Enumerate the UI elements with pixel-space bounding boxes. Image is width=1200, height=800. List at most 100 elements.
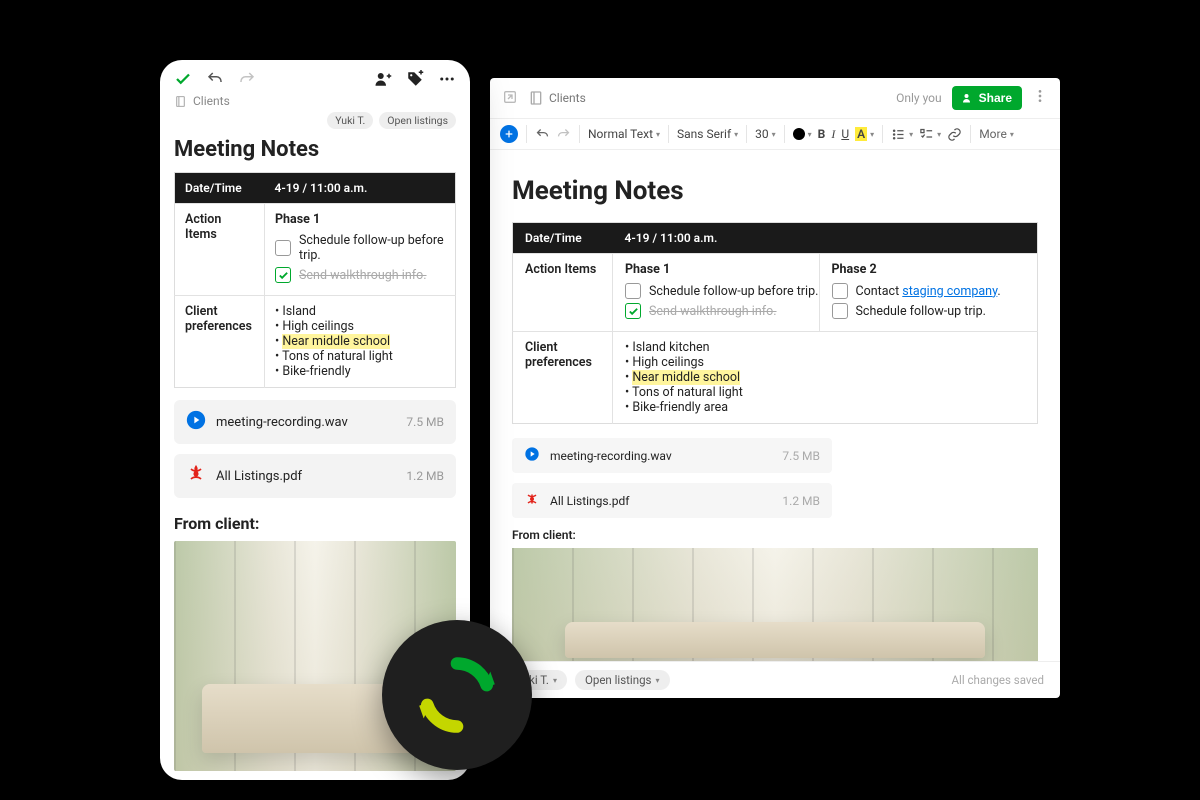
checkbox-checked-icon[interactable] <box>275 267 291 283</box>
mobile-tag-row: Yuki T. Open listings <box>160 112 470 135</box>
attachment-pdf[interactable]: All Listings.pdf 1.2 MB <box>512 483 832 518</box>
undo-icon[interactable] <box>535 127 550 142</box>
header-datetime: Date/Time <box>175 173 265 204</box>
task-row[interactable]: Schedule follow-up before trip. <box>275 233 445 263</box>
tag-pill[interactable]: Yuki T. <box>327 112 373 129</box>
list-item: High ceilings <box>275 319 445 334</box>
action-items-label: Action Items <box>175 204 265 296</box>
save-status: All changes saved <box>952 673 1044 687</box>
pdf-icon <box>186 464 206 488</box>
attachment-audio[interactable]: meeting-recording.wav 7.5 MB <box>512 438 832 473</box>
expand-icon[interactable] <box>502 89 518 108</box>
task-row[interactable]: Send walkthrough info. <box>275 267 445 283</box>
breadcrumb[interactable]: Clients <box>160 92 470 112</box>
list-item: Bike-friendly area <box>625 400 1025 415</box>
header-datetime: Date/Time <box>513 223 613 254</box>
sync-arrows-icon <box>412 650 502 740</box>
task-text: Contact staging company. <box>856 284 1001 299</box>
tag-pill[interactable]: Open listings▾ <box>575 670 670 690</box>
redo-icon[interactable] <box>556 127 571 142</box>
overflow-menu-icon[interactable] <box>1032 88 1048 108</box>
note-body[interactable]: Meeting Notes Date/Time 4-19 / 11:00 a.m… <box>490 150 1060 661</box>
play-icon[interactable] <box>186 410 206 434</box>
breadcrumb-label: Clients <box>549 91 586 105</box>
list-item: Tons of natural light <box>625 385 1025 400</box>
more-formatting-button[interactable]: More▾ <box>979 127 1014 141</box>
bold-icon[interactable]: B <box>818 127 826 141</box>
link-icon[interactable] <box>947 127 962 142</box>
paragraph-style-select[interactable]: Normal Text▾ <box>588 127 660 141</box>
done-check-icon[interactable] <box>174 70 192 88</box>
prefs-list: Island kitchen High ceilings Near middle… <box>625 340 1025 415</box>
client-prefs-cell[interactable]: Island kitchen High ceilings Near middle… <box>613 332 1038 424</box>
action-items-cell[interactable]: Phase 1 Schedule follow-up before trip. … <box>265 204 456 296</box>
add-tag-icon[interactable] <box>406 70 424 88</box>
attachment-name: meeting-recording.wav <box>550 449 772 463</box>
phase-label: Phase 1 <box>275 212 445 227</box>
share-button[interactable]: Share <box>952 86 1022 110</box>
mobile-toolbar <box>160 60 470 92</box>
breadcrumb[interactable]: Clients <box>528 90 586 106</box>
client-prefs-label: Client preferences <box>175 296 265 388</box>
attachment-size: 1.2 MB <box>782 494 820 508</box>
staging-company-link[interactable]: staging company <box>902 284 997 299</box>
tag-pill[interactable]: Open listings <box>379 112 456 129</box>
checkbox-unchecked-icon[interactable] <box>275 240 291 256</box>
checkbox-unchecked-icon[interactable] <box>832 303 848 319</box>
undo-icon[interactable] <box>206 70 224 88</box>
share-person-icon <box>962 92 974 104</box>
list-item: Near middle school <box>625 370 1025 385</box>
action-items-label: Action Items <box>513 254 613 332</box>
bullet-list-icon[interactable]: ▾ <box>891 127 913 142</box>
play-icon[interactable] <box>524 446 540 465</box>
text-color-picker[interactable]: ▾ <box>793 128 812 140</box>
checkbox-unchecked-icon[interactable] <box>625 283 641 299</box>
checklist-icon[interactable]: ▾ <box>919 127 941 142</box>
checkbox-checked-icon[interactable] <box>625 303 641 319</box>
list-item: High ceilings <box>625 355 1025 370</box>
header-datetime-value: 4-19 / 11:00 a.m. <box>265 173 456 204</box>
task-text: Schedule follow-up before trip. <box>649 284 818 299</box>
attachment-audio[interactable]: meeting-recording.wav 7.5 MB <box>174 400 456 444</box>
attachment-name: meeting-recording.wav <box>216 415 396 430</box>
phase-label: Phase 1 <box>625 262 819 277</box>
task-row[interactable]: Send walkthrough info. <box>625 303 819 319</box>
task-text: Schedule follow-up trip. <box>856 304 986 319</box>
attachment-size: 7.5 MB <box>406 415 444 429</box>
checkbox-unchecked-icon[interactable] <box>832 283 848 299</box>
notebook-icon <box>528 90 544 106</box>
task-text: Send walkthrough info. <box>299 268 427 283</box>
task-text: Send walkthrough info. <box>649 304 777 319</box>
redo-icon[interactable] <box>238 70 256 88</box>
task-row[interactable]: Contact staging company. <box>832 283 1026 299</box>
prefs-list: Island High ceilings Near middle school … <box>275 304 445 379</box>
client-photo[interactable] <box>512 548 1038 661</box>
client-prefs-cell[interactable]: Island High ceilings Near middle school … <box>265 296 456 388</box>
insert-button[interactable] <box>500 125 518 143</box>
phase-label: Phase 2 <box>832 262 1026 277</box>
from-client-heading: From client: <box>512 528 1038 542</box>
italic-icon[interactable]: I <box>831 127 835 142</box>
attachment-size: 1.2 MB <box>406 469 444 483</box>
sync-badge <box>382 620 532 770</box>
add-person-icon[interactable] <box>374 70 392 88</box>
meeting-table: Date/Time 4-19 / 11:00 a.m. Action Items… <box>174 172 456 388</box>
font-size-select[interactable]: 30▾ <box>755 127 776 141</box>
list-item: Island <box>275 304 445 319</box>
desktop-footer: Yuki T.▾ Open listings▾ All changes save… <box>490 661 1060 698</box>
list-item: Bike-friendly <box>275 364 445 379</box>
task-row[interactable]: Schedule follow-up trip. <box>832 303 1026 319</box>
note-title[interactable]: Meeting Notes <box>512 176 1038 206</box>
attachment-name: All Listings.pdf <box>216 469 396 484</box>
underline-icon[interactable]: U <box>841 127 849 141</box>
font-family-select[interactable]: Sans Serif▾ <box>677 127 738 141</box>
note-title[interactable]: Meeting Notes <box>160 135 470 172</box>
visibility-label: Only you <box>896 91 942 105</box>
meeting-table: Date/Time 4-19 / 11:00 a.m. Action Items… <box>512 222 1038 424</box>
highlight-icon[interactable]: A▾ <box>855 127 874 141</box>
overflow-menu-icon[interactable] <box>438 70 456 88</box>
client-prefs-label: Client preferences <box>513 332 613 424</box>
formatting-toolbar: Normal Text▾ Sans Serif▾ 30▾ ▾ B I U A▾ … <box>490 119 1060 150</box>
attachment-pdf[interactable]: All Listings.pdf 1.2 MB <box>174 454 456 498</box>
task-row[interactable]: Schedule follow-up before trip. <box>625 283 819 299</box>
